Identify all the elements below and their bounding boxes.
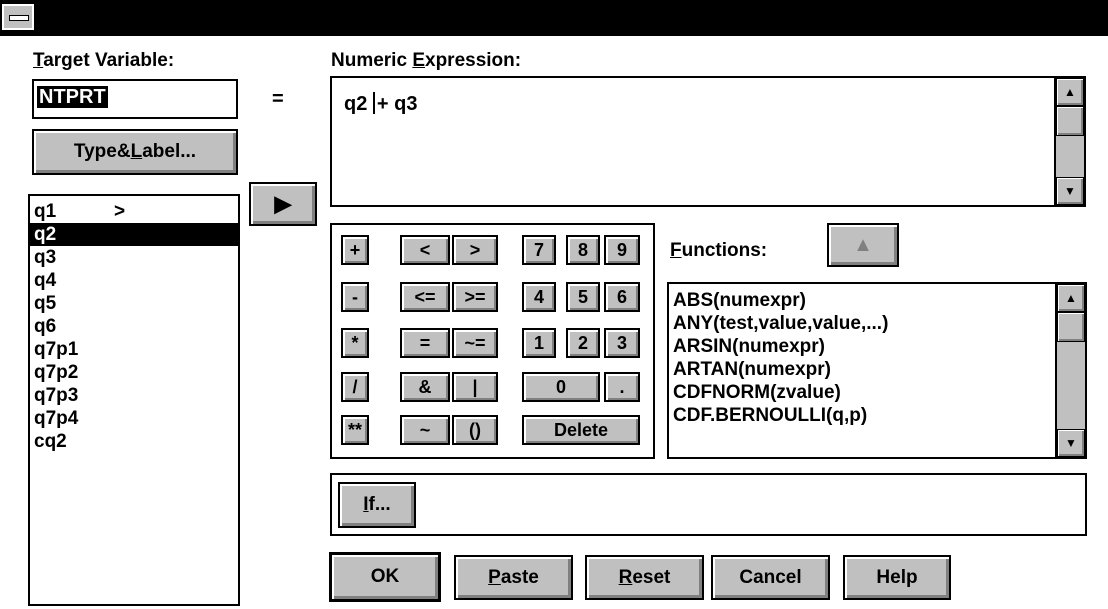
keypad-0[interactable]: 0: [522, 372, 600, 402]
help-button[interactable]: Help: [843, 555, 951, 600]
keypad-7[interactable]: 7: [522, 235, 556, 265]
variable-list-item[interactable]: q7p4: [30, 407, 238, 430]
target-variable-input[interactable]: NTPRT: [32, 79, 238, 119]
ok-button[interactable]: OK: [329, 552, 441, 602]
functions-list[interactable]: ABS(numexpr) ANY(test,value,value,...) ARS…: [667, 282, 1087, 459]
function-list-item[interactable]: ABS(numexpr): [669, 289, 1085, 312]
keypad-greater-equal[interactable]: >=: [452, 282, 498, 312]
keypad-decimal[interactable]: .: [604, 372, 640, 402]
window-title: Compute Variable: [469, 7, 639, 29]
variable-list-item[interactable]: q5: [30, 292, 238, 315]
keypad-1[interactable]: 1: [522, 328, 556, 358]
target-variable-value: NTPRT: [37, 86, 108, 108]
variable-list-item[interactable]: q1 >: [30, 200, 238, 223]
keypad-less-than[interactable]: <: [400, 235, 450, 265]
function-list-item[interactable]: CDFNORM(zvalue): [669, 381, 1085, 404]
keypad-6[interactable]: 6: [604, 282, 640, 312]
variable-name: q4: [34, 270, 57, 291]
up-arrow-icon: ▲: [853, 233, 873, 256]
variable-name: q6: [34, 316, 57, 337]
text-cursor: [372, 92, 375, 114]
down-arrow-icon: ▼: [1065, 436, 1077, 450]
function-list-item[interactable]: ARSIN(numexpr): [669, 335, 1085, 358]
variable-name: q3: [34, 247, 57, 268]
keypad-2[interactable]: 2: [566, 328, 600, 358]
keypad-5[interactable]: 5: [566, 282, 600, 312]
variable-name: q7p4: [34, 408, 79, 429]
keypad-4[interactable]: 4: [522, 282, 556, 312]
variable-name: q7p2: [34, 362, 79, 383]
variable-list-item[interactable]: q4: [30, 269, 238, 292]
paste-button[interactable]: Paste: [454, 555, 573, 600]
up-arrow-icon: ▲: [1065, 291, 1077, 305]
keypad-power[interactable]: **: [341, 415, 369, 445]
variable-name: q1: [34, 201, 57, 222]
keypad-parentheses[interactable]: (): [452, 415, 498, 445]
equals-sign: =: [272, 88, 284, 110]
variable-list-item[interactable]: q7p1: [30, 338, 238, 361]
functions-scrollbar[interactable]: ▲ ▼: [1055, 284, 1085, 457]
variable-list-item[interactable]: cq2: [30, 430, 238, 453]
expression-scrollbar[interactable]: ▲ ▼: [1054, 78, 1084, 205]
right-arrow-icon: ▶: [274, 191, 292, 216]
function-list-item[interactable]: ARTAN(numexpr): [669, 358, 1085, 381]
variable-list-item[interactable]: q7p3: [30, 384, 238, 407]
variable-name: cq2: [34, 431, 67, 452]
functions-label: Functions:: [670, 240, 768, 261]
variable-marker: >: [114, 201, 126, 222]
variable-list-item[interactable]: q7p2: [30, 361, 238, 384]
variable-name: q7p1: [34, 339, 79, 360]
scroll-thumb[interactable]: [1056, 106, 1084, 136]
variable-list[interactable]: q1 > q2 q3 q4 q5 q6 q7p1 q7p2 q7p3 q7p4 cq2: [28, 194, 240, 606]
if-condition-panel: [330, 473, 1087, 536]
scroll-up-button[interactable]: ▲: [1057, 284, 1085, 312]
variable-name: q7p3: [34, 385, 79, 406]
type-label-button[interactable]: Type& Label...: [32, 129, 238, 175]
variable-list-item[interactable]: q6: [30, 315, 238, 338]
keypad-plus[interactable]: +: [341, 235, 369, 265]
scroll-thumb[interactable]: [1057, 312, 1085, 342]
paste-function-button[interactable]: ▲: [827, 223, 899, 267]
expression-text: q2 + q3: [344, 92, 418, 115]
keypad-or[interactable]: |: [452, 372, 498, 402]
keypad-equals[interactable]: =: [400, 328, 450, 358]
variable-name: q5: [34, 293, 57, 314]
numeric-expression-label: Numeric Expression:: [331, 50, 522, 71]
scroll-down-button[interactable]: ▼: [1057, 429, 1085, 457]
keypad-delete[interactable]: Delete: [522, 415, 640, 445]
if-button[interactable]: If...: [338, 482, 416, 528]
keypad-greater-than[interactable]: >: [452, 235, 498, 265]
keypad-8[interactable]: 8: [566, 235, 600, 265]
up-arrow-icon: ▲: [1064, 85, 1076, 99]
keypad-not[interactable]: ~: [400, 415, 450, 445]
variable-list-item[interactable]: q2: [30, 223, 238, 246]
keypad-and[interactable]: &: [400, 372, 450, 402]
keypad-9[interactable]: 9: [604, 235, 640, 265]
function-list-item[interactable]: ANY(test,value,value,...): [669, 312, 1085, 335]
keypad-not-equal[interactable]: ~=: [452, 328, 498, 358]
down-arrow-icon: ▼: [1064, 184, 1076, 198]
keypad-less-equal[interactable]: <=: [400, 282, 450, 312]
keypad-3[interactable]: 3: [604, 328, 640, 358]
cancel-button[interactable]: Cancel: [711, 555, 830, 600]
keypad-minus[interactable]: -: [341, 282, 369, 312]
variable-name: q2: [34, 224, 57, 245]
scroll-down-button[interactable]: ▼: [1056, 177, 1084, 205]
scroll-up-button[interactable]: ▲: [1056, 78, 1084, 106]
keypad-divide[interactable]: /: [341, 372, 369, 402]
keypad-multiply[interactable]: *: [341, 328, 369, 358]
transfer-arrow-button[interactable]: ▶: [249, 182, 317, 226]
variable-list-item[interactable]: q3: [30, 246, 238, 269]
reset-button[interactable]: Reset: [585, 555, 704, 600]
target-variable-label: Target Variable:: [33, 50, 175, 71]
numeric-expression-input[interactable]: q2 + q3 ▲ ▼: [330, 76, 1086, 207]
function-list-item[interactable]: CDF.BERNOULLI(q,p): [669, 404, 1085, 427]
